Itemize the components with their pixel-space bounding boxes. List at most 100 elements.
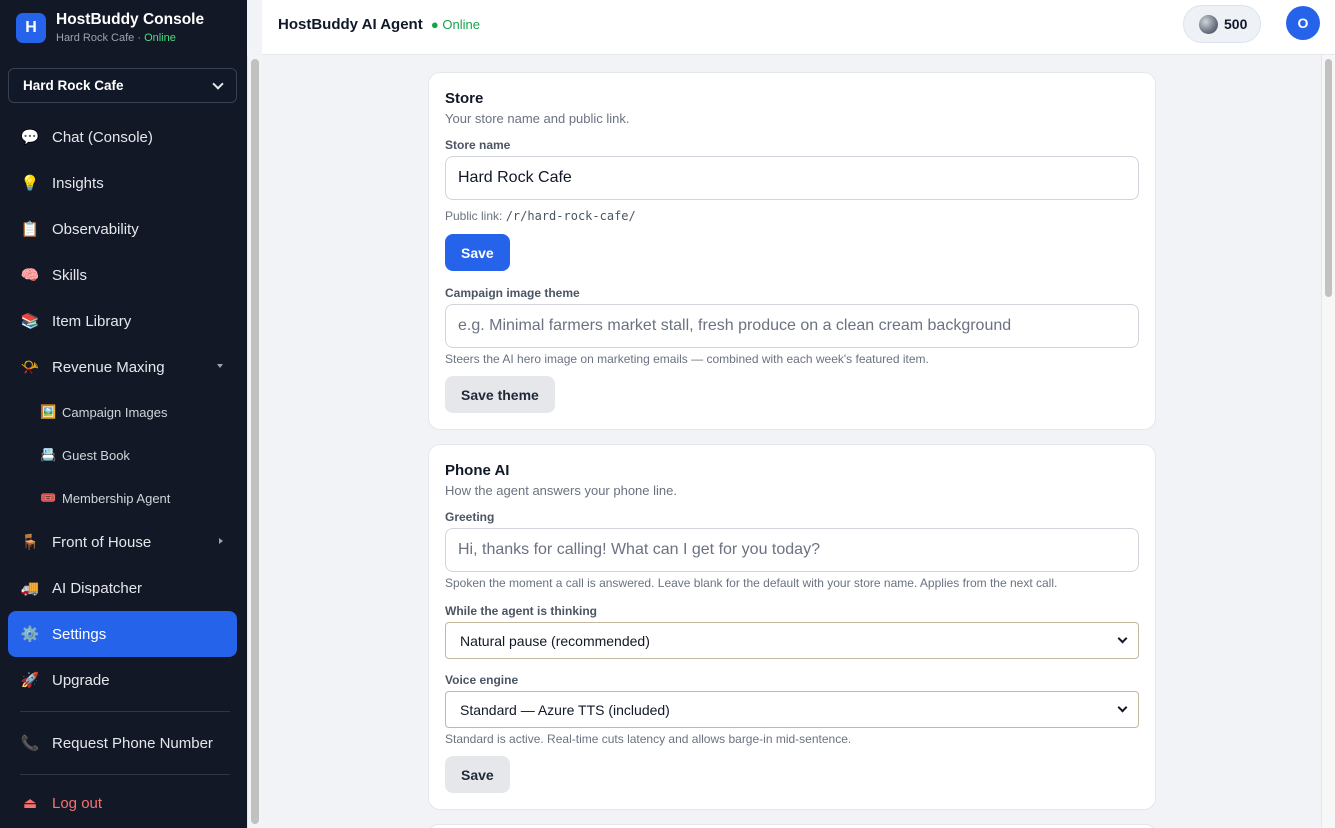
chair-icon: 🪑	[20, 534, 40, 551]
header-status: ● Online	[430, 17, 480, 32]
thinking-select-value: Natural pause (recommended)	[460, 632, 650, 649]
ticket-icon: 🎟️	[40, 490, 57, 505]
sidebar-subitem-guest-book[interactable]: 📇 Guest Book	[40, 440, 130, 470]
chevron-down-icon	[1117, 702, 1128, 713]
sidebar-item-front-of-house[interactable]: 🪑 Front of House	[8, 519, 237, 565]
sidebar-item-label: AI Dispatcher	[52, 579, 143, 597]
sidebar-item-ai-dispatcher[interactable]: 🚚 AI Dispatcher	[8, 565, 237, 611]
card-title: Store	[445, 90, 484, 107]
picture-icon: 🖼️	[40, 404, 57, 419]
books-icon: 📚	[20, 313, 40, 330]
logout-label: Log out	[52, 794, 103, 812]
logout-button[interactable]: ⏏ Log out	[8, 780, 237, 826]
sidebar-item-label: Upgrade	[52, 671, 110, 689]
phone-ai-card: Phone AI How the agent answers your phon…	[428, 444, 1156, 810]
sidebar-item-label: Skills	[52, 266, 88, 284]
sidebar-item-item-library[interactable]: 📚 Item Library	[8, 298, 237, 344]
store-select[interactable]: Hard Rock Cafe	[8, 68, 237, 103]
campaign-theme-input[interactable]	[445, 304, 1139, 348]
chevron-down-icon	[1117, 633, 1128, 644]
greeting-input[interactable]	[445, 528, 1139, 572]
public-link-hint: Public link: /r/hard-rock-cafe/	[445, 209, 636, 223]
credits-count: 500	[1224, 16, 1248, 32]
lightbulb-icon: 💡	[20, 175, 40, 192]
truck-icon: 🚚	[20, 580, 40, 597]
brand-status: Online	[144, 31, 176, 44]
brand: H HostBuddy Console Hard Rock Cafe · Onl…	[0, 0, 247, 55]
sidebar-scrollbar[interactable]	[247, 55, 262, 828]
store-name-label: Store name	[445, 138, 511, 152]
brand-logo: H	[16, 12, 46, 43]
sidebar-item-label: Settings	[52, 625, 107, 643]
clipboard-icon: 📋	[20, 221, 40, 238]
main-scrollbar[interactable]	[1321, 55, 1335, 828]
caret-down-icon	[217, 364, 223, 368]
sidebar-item-skills[interactable]: 🧠 Skills	[8, 252, 237, 298]
campaign-theme-label: Campaign image theme	[445, 286, 580, 300]
save-phone-button[interactable]: Save	[445, 756, 510, 793]
store-card: Store Your store name and public link. S…	[428, 72, 1156, 430]
brand-store: Hard Rock Cafe	[56, 31, 135, 44]
sidebar-item-label: Chat (Console)	[52, 128, 153, 146]
eject-icon: ⏏	[22, 795, 38, 812]
sidebar-subitem-membership-agent[interactable]: 🎟️ Membership Agent	[40, 483, 170, 513]
thinking-label: While the agent is thinking	[445, 604, 598, 618]
chat-icon: 💬	[20, 129, 40, 146]
store-select-value: Hard Rock Cafe	[23, 78, 124, 93]
greeting-hint: Spoken the moment a call is answered. Le…	[445, 576, 1058, 590]
sidebar: H HostBuddy Console Hard Rock Cafe · Onl…	[0, 0, 247, 828]
sidebar-item-revenue-maxing[interactable]: 📯 Revenue Maxing	[8, 344, 237, 390]
rocket-icon: 🚀	[20, 672, 40, 689]
card-index-icon: 📇	[40, 447, 57, 462]
chevron-down-icon	[212, 77, 224, 90]
gear-icon: ⚙️	[20, 626, 40, 643]
credits-badge[interactable]: 500	[1183, 5, 1261, 43]
save-store-button[interactable]: Save	[445, 234, 510, 271]
coin-icon	[1199, 14, 1218, 34]
avatar[interactable]: O	[1286, 6, 1320, 40]
campaign-theme-hint: Steers the AI hero image on marketing em…	[445, 352, 929, 366]
save-theme-button[interactable]: Save theme	[445, 376, 555, 413]
sidebar-item-settings[interactable]: ⚙️ Settings	[8, 611, 237, 657]
card-title: Phone AI	[445, 462, 510, 479]
sidebar-item-upgrade[interactable]: 🚀 Upgrade	[8, 657, 237, 703]
sidebar-item-insights[interactable]: 💡 Insights	[8, 160, 237, 206]
phone-icon: 📞	[20, 735, 40, 752]
card-subtitle: How the agent answers your phone line.	[445, 483, 677, 498]
brand-subtitle: Hard Rock Cafe · Online	[56, 31, 204, 45]
voice-engine-hint: Standard is active. Real-time cuts laten…	[445, 732, 852, 746]
greeting-label: Greeting	[445, 510, 495, 524]
sidebar-scrollbar-thumb[interactable]	[251, 59, 259, 824]
sidebar-item-label: Item Library	[52, 312, 132, 330]
sidebar-subitem-label: Guest Book	[62, 447, 130, 463]
voice-engine-label: Voice engine	[445, 673, 519, 687]
card-subtitle: Your store name and public link.	[445, 111, 630, 126]
sidebar-subitem-label: Membership Agent	[62, 490, 171, 506]
sidebar-item-label: Observability	[52, 220, 139, 238]
sidebar-subitem-label: Campaign Images	[62, 404, 168, 420]
sidebar-divider	[20, 711, 230, 712]
sidebar-item-request-phone-number[interactable]: 📞 Request Phone Number	[8, 720, 237, 766]
header: HostBuddy AI Agent ● Online 500 O	[262, 0, 1335, 55]
sidebar-item-label: Request Phone Number	[52, 734, 213, 752]
voice-engine-select-value: Standard — Azure TTS (included)	[460, 701, 670, 718]
caret-right-icon	[219, 538, 223, 544]
voice-engine-select[interactable]: Standard — Azure TTS (included)	[445, 691, 1139, 728]
header-title: HostBuddy AI Agent	[278, 16, 423, 33]
sidebar-item-observability[interactable]: 📋 Observability	[8, 206, 237, 252]
main-scrollbar-thumb[interactable]	[1325, 59, 1332, 297]
sidebar-item-label: Front of House	[52, 533, 152, 551]
page-title: HostBuddy AI Agent ● Online	[278, 16, 480, 33]
brand-separator: ·	[137, 31, 141, 44]
horn-icon: 📯	[20, 359, 40, 376]
store-name-input[interactable]	[445, 156, 1139, 200]
sidebar-subitem-campaign-images[interactable]: 🖼️ Campaign Images	[40, 397, 168, 427]
app-title: HostBuddy Console	[56, 10, 205, 28]
public-link-path: /r/hard-rock-cafe/	[505, 209, 636, 223]
sidebar-divider	[20, 774, 230, 775]
public-link-label: Public link:	[445, 209, 503, 223]
brain-icon: 🧠	[20, 267, 40, 284]
thinking-select[interactable]: Natural pause (recommended)	[445, 622, 1139, 659]
sidebar-item-chat[interactable]: 💬 Chat (Console)	[8, 114, 237, 160]
next-card	[428, 824, 1156, 828]
